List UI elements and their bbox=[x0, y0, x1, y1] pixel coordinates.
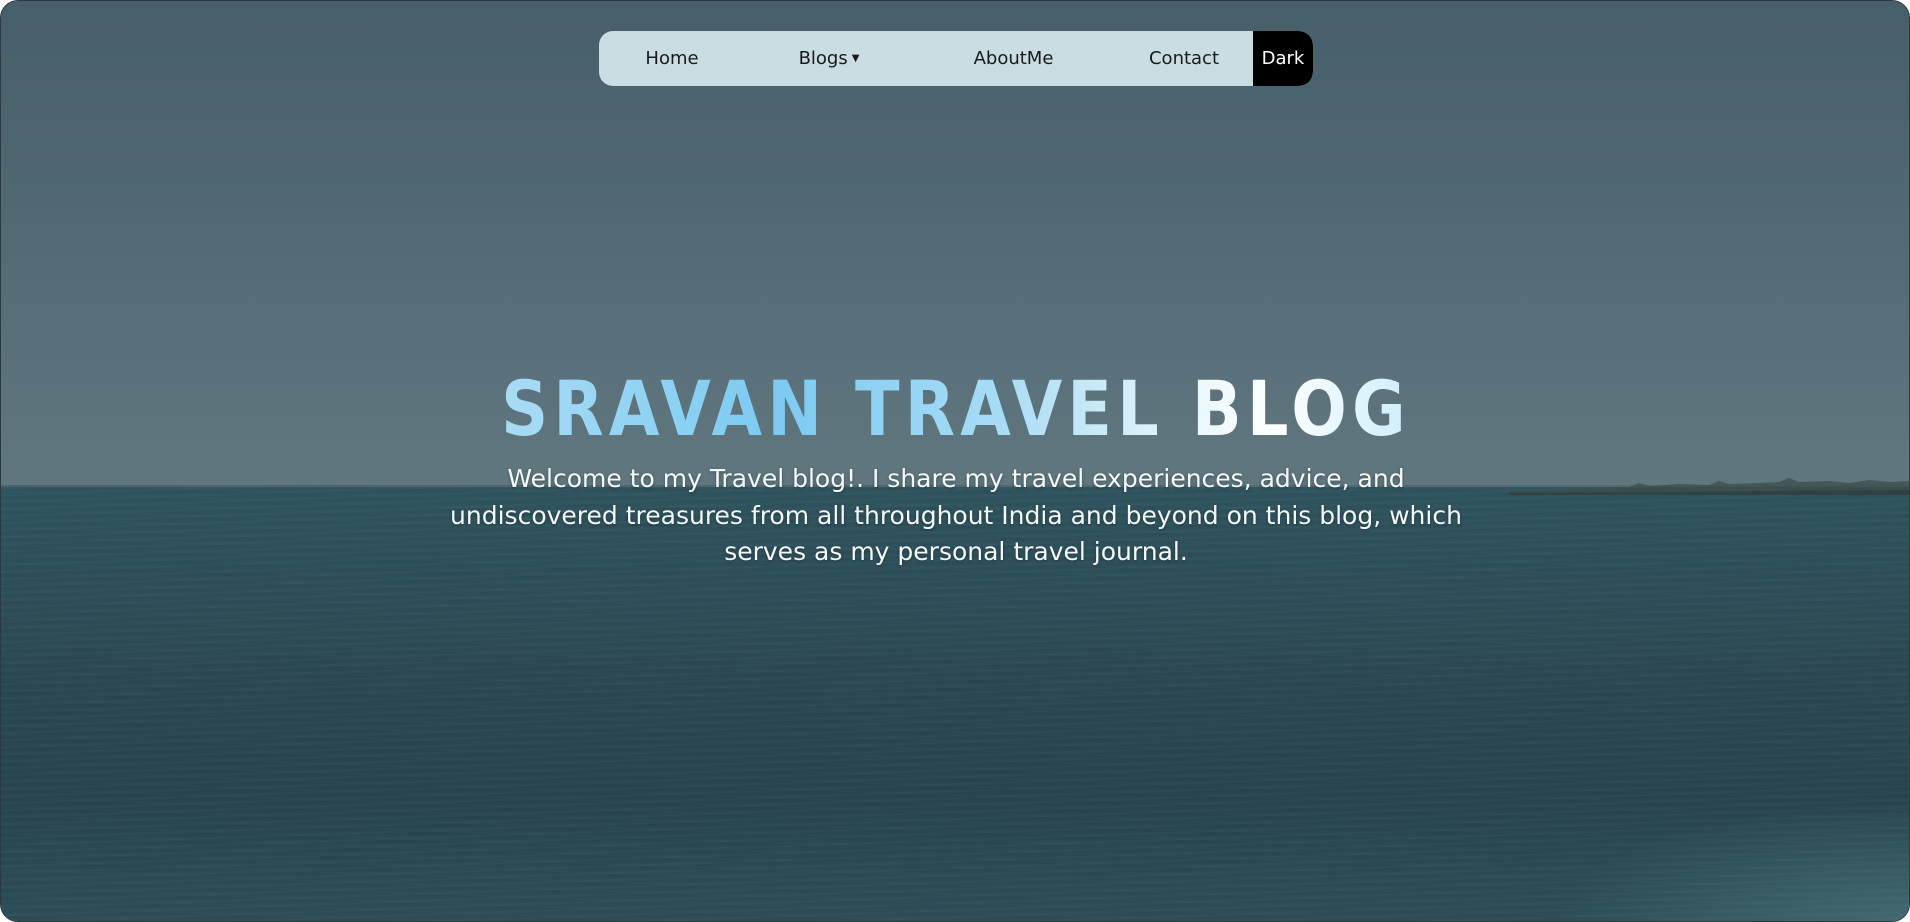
top-navbar: Home Blogs ▼ AboutMe Contact Dark bbox=[599, 31, 1313, 86]
hero-title-text: SRAVAN TRAVEL BLOG bbox=[501, 364, 1411, 453]
sea-foam bbox=[1549, 801, 1909, 921]
page-frame: Home Blogs ▼ AboutMe Contact Dark SRAVAN … bbox=[0, 0, 1910, 922]
distant-shoreline bbox=[1509, 473, 1909, 495]
nav-home-link[interactable]: Home bbox=[637, 31, 707, 86]
nav-blogs-dropdown[interactable]: Blogs ▼ bbox=[779, 31, 879, 86]
hero-title: SRAVAN TRAVEL BLOG bbox=[135, 363, 1778, 455]
hero-description: Welcome to my Travel blog!. I share my t… bbox=[450, 464, 1462, 566]
caret-down-icon: ▼ bbox=[851, 53, 860, 64]
dark-mode-toggle-button[interactable]: Dark bbox=[1253, 31, 1313, 86]
nav-blogs-label: Blogs bbox=[798, 48, 848, 69]
nav-aboutme-link[interactable]: AboutMe bbox=[956, 31, 1071, 86]
nav-contact-link[interactable]: Contact bbox=[1129, 31, 1239, 86]
